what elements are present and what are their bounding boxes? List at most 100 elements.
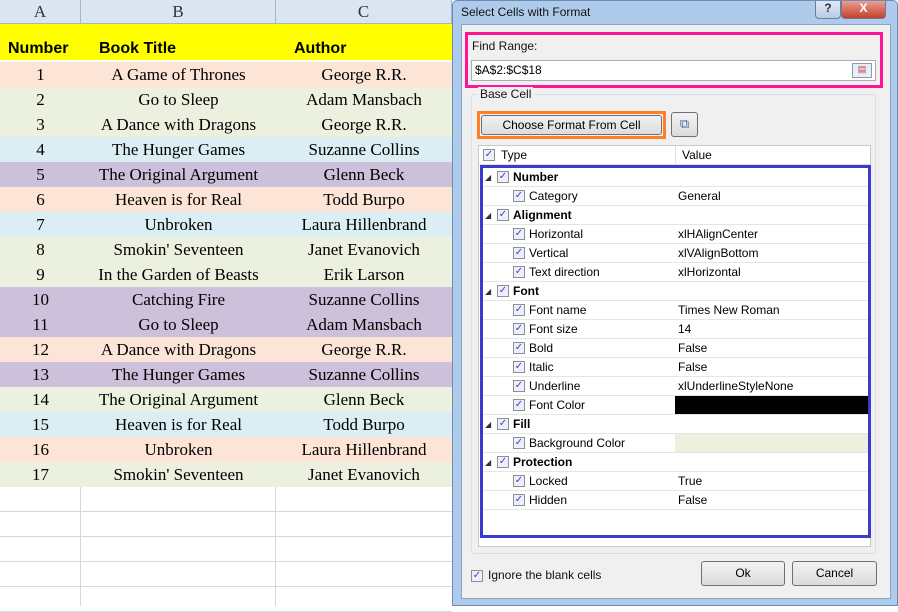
cell-number[interactable]: 15 xyxy=(0,412,81,437)
cell-number[interactable]: 2 xyxy=(0,87,81,112)
cell-book-title[interactable]: The Original Argument xyxy=(81,387,276,412)
cell-author[interactable]: Todd Burpo xyxy=(276,412,452,437)
item-checkbox[interactable]: ✓ xyxy=(513,361,525,373)
cell-author[interactable]: Suzanne Collins xyxy=(276,287,452,312)
collapse-arrow-icon[interactable]: ◢ xyxy=(485,453,491,472)
item-checkbox[interactable]: ✓ xyxy=(513,228,525,240)
cell-author[interactable]: Janet Evanovich xyxy=(276,462,452,487)
cell-book-title[interactable]: In the Garden of Beasts xyxy=(81,262,276,287)
cell-number[interactable]: 9 xyxy=(0,262,81,287)
cell-book-title[interactable]: The Hunger Games xyxy=(81,362,276,387)
collapse-arrow-icon[interactable]: ◢ xyxy=(485,415,491,434)
column-header-c[interactable]: C xyxy=(276,0,452,24)
cell-book-title[interactable]: Unbroken xyxy=(81,437,276,462)
cell-number[interactable]: 1 xyxy=(0,62,81,87)
select-all-checkbox[interactable]: ✓ xyxy=(483,149,495,161)
cell-number[interactable]: 12 xyxy=(0,337,81,362)
cell-number[interactable]: 17 xyxy=(0,462,81,487)
cell-author[interactable]: Laura Hillenbrand xyxy=(276,437,452,462)
tree-group[interactable]: ◢ ✓ Fill xyxy=(483,415,868,434)
ok-button[interactable]: Ok xyxy=(701,561,785,586)
cell-book-title[interactable]: Heaven is for Real xyxy=(81,187,276,212)
cell-author[interactable]: Glenn Beck xyxy=(276,387,452,412)
cell-number[interactable]: 8 xyxy=(0,237,81,262)
cell-book-title[interactable]: Catching Fire xyxy=(81,287,276,312)
collapse-arrow-icon[interactable]: ◢ xyxy=(485,282,491,301)
item-checkbox[interactable]: ✓ xyxy=(497,209,509,221)
item-checkbox[interactable]: ✓ xyxy=(513,494,525,506)
tree-item[interactable]: ✓ Horizontal xlHAlignCenter xyxy=(483,225,868,244)
item-checkbox[interactable]: ✓ xyxy=(497,171,509,183)
choose-format-from-cell-button[interactable]: Choose Format From Cell xyxy=(481,115,662,135)
close-button[interactable]: X xyxy=(841,1,886,19)
cell-book-title[interactable]: Smokin' Seventeen xyxy=(81,237,276,262)
range-select-icon[interactable]: ▤ xyxy=(852,63,872,78)
tree-item[interactable]: ✓ Vertical xlVAlignBottom xyxy=(483,244,868,263)
item-checkbox[interactable]: ✓ xyxy=(513,475,525,487)
cancel-button[interactable]: Cancel xyxy=(792,561,877,586)
item-checkbox[interactable]: ✓ xyxy=(513,190,525,202)
preview-icon[interactable]: ⧉ xyxy=(671,112,698,137)
cell-book-title[interactable]: Smokin' Seventeen xyxy=(81,462,276,487)
cell-author[interactable]: Suzanne Collins xyxy=(276,362,452,387)
tree-item[interactable]: ✓ Background Color xyxy=(483,434,868,453)
header-number[interactable]: Number xyxy=(8,40,68,58)
tree-group[interactable]: ◢ ✓ Protection xyxy=(483,453,868,472)
cell-author[interactable]: Adam Mansbach xyxy=(276,312,452,337)
tree-item[interactable]: ✓ Italic False xyxy=(483,358,868,377)
cell-author[interactable]: George R.R. xyxy=(276,337,452,362)
tree-item[interactable]: ✓ Underline xlUnderlineStyleNone xyxy=(483,377,868,396)
tree-item[interactable]: ✓ Text direction xlHorizontal xyxy=(483,263,868,282)
cell-book-title[interactable]: The Hunger Games xyxy=(81,137,276,162)
tree-group[interactable]: ◢ ✓ Font xyxy=(483,282,868,301)
cell-number[interactable]: 11 xyxy=(0,312,81,337)
tree-group[interactable]: ◢ ✓ Number xyxy=(483,168,868,187)
cell-author[interactable]: George R.R. xyxy=(276,112,452,137)
item-checkbox[interactable]: ✓ xyxy=(513,437,525,449)
cell-author[interactable]: George R.R. xyxy=(276,62,452,87)
cell-number[interactable]: 14 xyxy=(0,387,81,412)
item-checkbox[interactable]: ✓ xyxy=(497,456,509,468)
cell-number[interactable]: 4 xyxy=(0,137,81,162)
tree-item[interactable]: ✓ Category General xyxy=(483,187,868,206)
item-checkbox[interactable]: ✓ xyxy=(513,380,525,392)
cell-book-title[interactable]: Go to Sleep xyxy=(81,312,276,337)
item-checkbox[interactable]: ✓ xyxy=(513,399,525,411)
cell-author[interactable]: Suzanne Collins xyxy=(276,137,452,162)
column-header-b[interactable]: B xyxy=(81,0,276,24)
column-header-a[interactable]: A xyxy=(0,0,81,24)
cell-number[interactable]: 3 xyxy=(0,112,81,137)
item-checkbox[interactable]: ✓ xyxy=(513,323,525,335)
find-range-input[interactable]: $A$2:$C$18 xyxy=(471,60,876,81)
item-checkbox[interactable]: ✓ xyxy=(513,304,525,316)
tree-item[interactable]: ✓ Font name Times New Roman xyxy=(483,301,868,320)
cell-book-title[interactable]: A Dance with Dragons xyxy=(81,337,276,362)
item-checkbox[interactable]: ✓ xyxy=(513,247,525,259)
collapse-arrow-icon[interactable]: ◢ xyxy=(485,168,491,187)
cell-author[interactable]: Adam Mansbach xyxy=(276,87,452,112)
cell-book-title[interactable]: Heaven is for Real xyxy=(81,412,276,437)
tree-item[interactable]: ✓ Font size 14 xyxy=(483,320,868,339)
cell-book-title[interactable]: A Game of Thrones xyxy=(81,62,276,87)
cell-author[interactable]: Todd Burpo xyxy=(276,187,452,212)
cell-author[interactable]: Erik Larson xyxy=(276,262,452,287)
cell-number[interactable]: 6 xyxy=(0,187,81,212)
cell-book-title[interactable]: The Original Argument xyxy=(81,162,276,187)
cell-book-title[interactable]: Go to Sleep xyxy=(81,87,276,112)
tree-item[interactable]: ✓ Font Color xyxy=(483,396,868,415)
header-author[interactable]: Author xyxy=(294,40,346,58)
item-checkbox[interactable]: ✓ xyxy=(513,342,525,354)
cell-number[interactable]: 16 xyxy=(0,437,81,462)
cell-number[interactable]: 10 xyxy=(0,287,81,312)
tree-item[interactable]: ✓ Hidden False xyxy=(483,491,868,510)
cell-author[interactable]: Laura Hillenbrand xyxy=(276,212,452,237)
tree-item[interactable]: ✓ Bold False xyxy=(483,339,868,358)
item-checkbox[interactable]: ✓ xyxy=(513,266,525,278)
item-checkbox[interactable]: ✓ xyxy=(497,418,509,430)
cell-number[interactable]: 13 xyxy=(0,362,81,387)
header-book-title[interactable]: Book Title xyxy=(99,40,176,58)
cell-author[interactable]: Glenn Beck xyxy=(276,162,452,187)
tree-group[interactable]: ◢ ✓ Alignment xyxy=(483,206,868,225)
tree-item[interactable]: ✓ Locked True xyxy=(483,472,868,491)
collapse-arrow-icon[interactable]: ◢ xyxy=(485,206,491,225)
